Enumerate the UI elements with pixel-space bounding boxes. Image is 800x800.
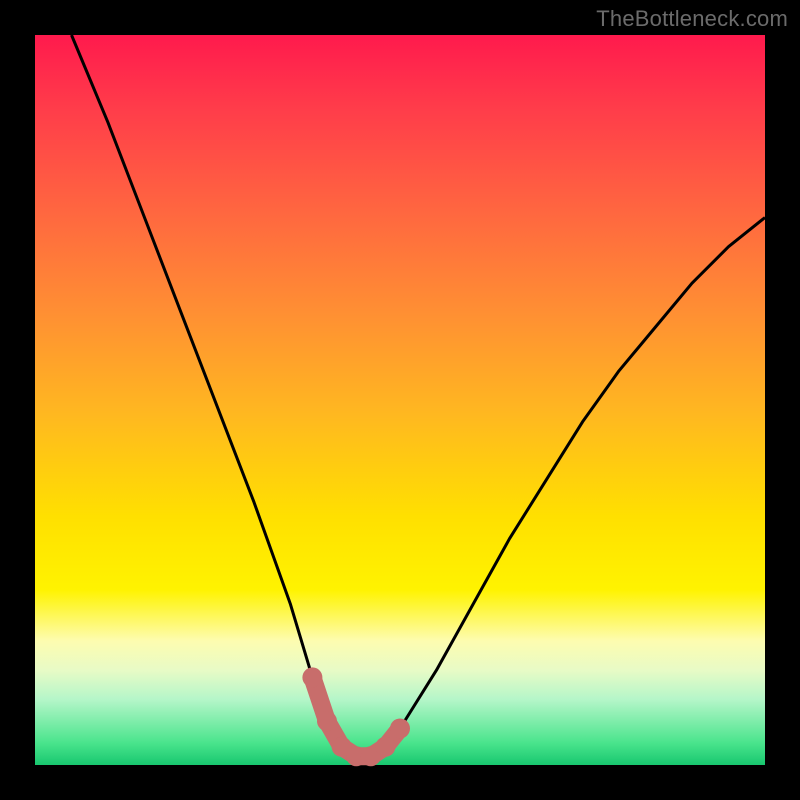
trough-marker-dot xyxy=(317,711,337,731)
bottleneck-curve-path xyxy=(72,35,766,756)
trough-markers xyxy=(302,667,410,766)
trough-marker-dot xyxy=(375,737,395,757)
watermark-text: TheBottleneck.com xyxy=(596,6,788,32)
trough-marker-dot xyxy=(390,719,410,739)
curve-layer xyxy=(35,35,765,765)
trough-marker-dot xyxy=(302,667,322,687)
chart-frame: TheBottleneck.com xyxy=(0,0,800,800)
plot-area xyxy=(35,35,765,765)
bottleneck-curve xyxy=(72,35,766,756)
